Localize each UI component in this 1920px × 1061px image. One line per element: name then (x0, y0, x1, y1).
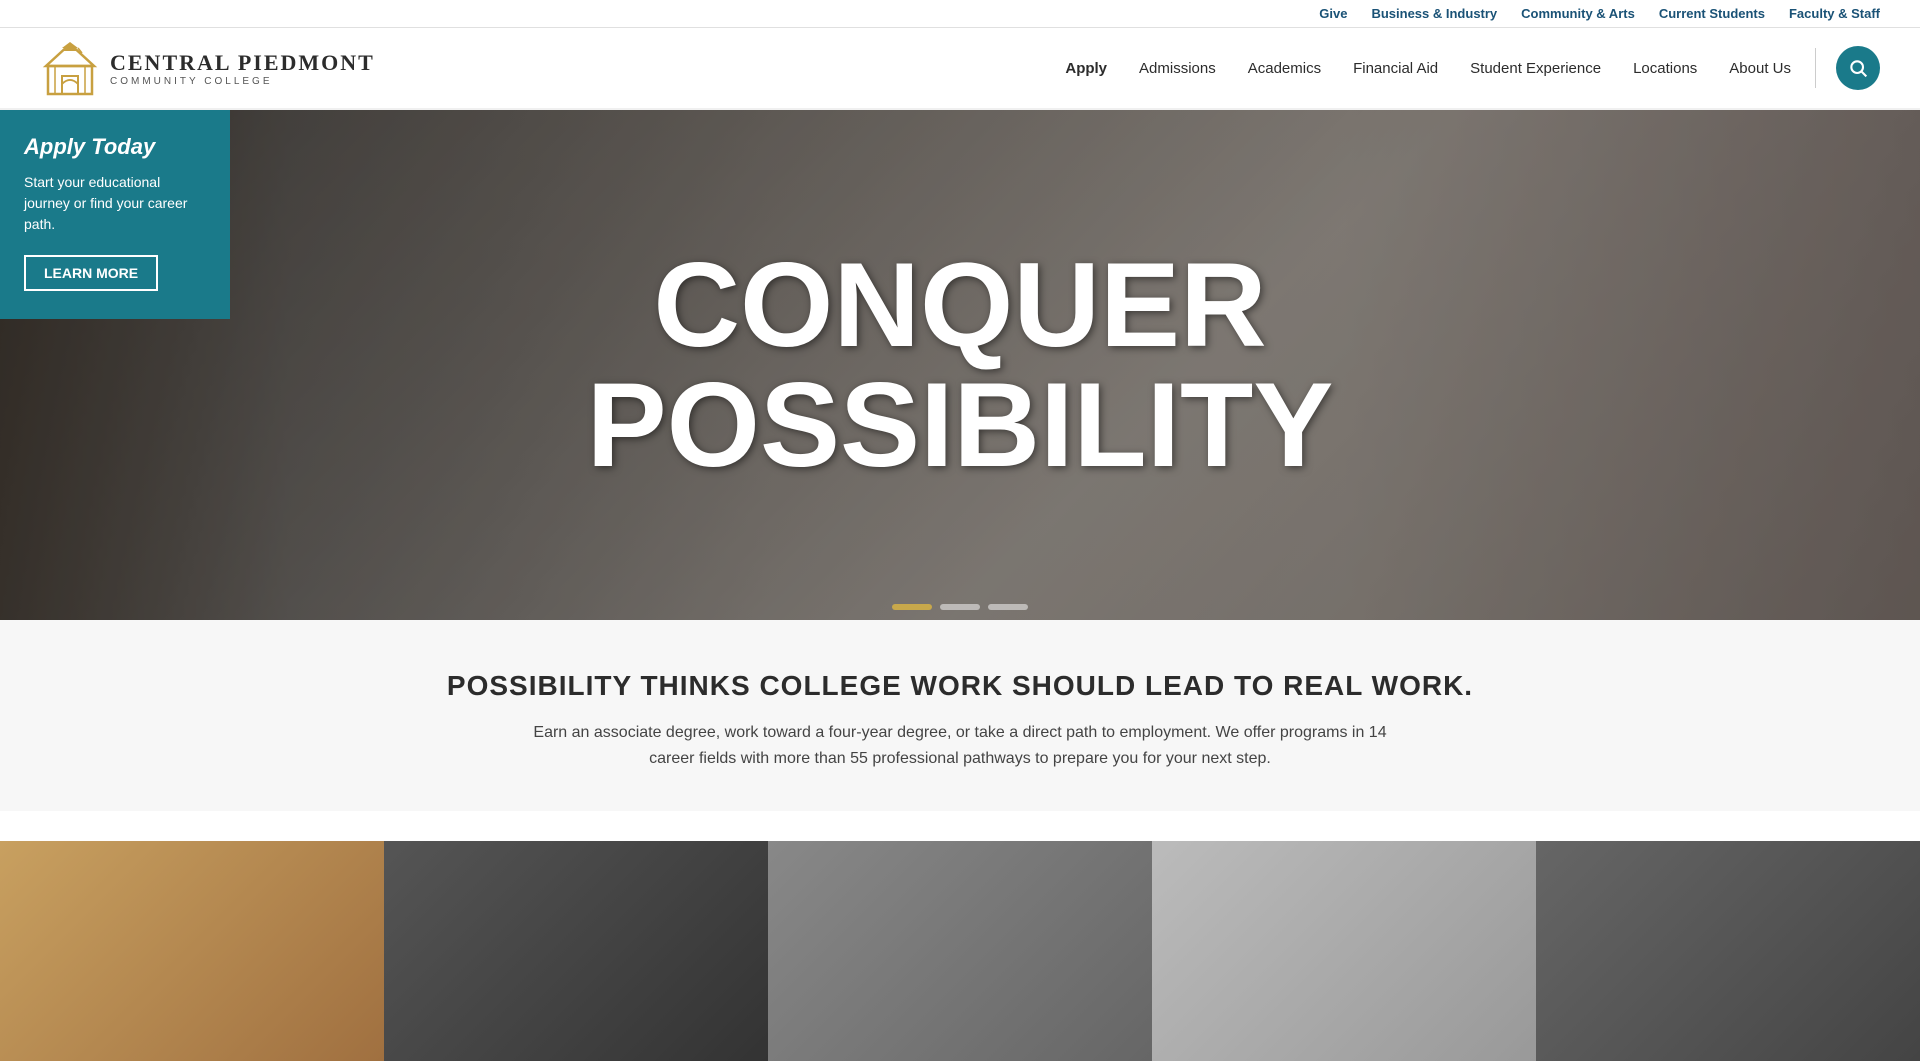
card-5[interactable] (1536, 841, 1920, 1061)
topbar-faculty-staff-link[interactable]: Faculty & Staff (1789, 6, 1880, 27)
nav-student-experience-link[interactable]: Student Experience (1456, 54, 1615, 83)
card-4[interactable] (1152, 841, 1536, 1061)
possibility-heading: POSSIBILITY THINKS COLLEGE WORK SHOULD L… (40, 670, 1880, 702)
top-bar: Give Business & Industry Community & Art… (0, 0, 1920, 28)
logo-text: Central Piedmont Community College (110, 50, 375, 87)
hero-headline: CONQUER POSSIBILITY (587, 245, 1334, 485)
main-nav: Central Piedmont Community College Apply… (0, 28, 1920, 110)
nav-admissions-link[interactable]: Admissions (1125, 54, 1230, 83)
search-icon (1848, 58, 1868, 78)
learn-more-button[interactable]: Learn More (24, 255, 158, 291)
college-subtitle: Community College (110, 76, 375, 87)
card-1[interactable] (0, 841, 384, 1061)
possibility-body: Earn an associate degree, work toward a … (510, 720, 1410, 771)
nav-financial-aid-link[interactable]: Financial Aid (1339, 54, 1452, 83)
nav-about-us-link[interactable]: About Us (1715, 54, 1805, 83)
carousel-dot-2[interactable] (940, 604, 980, 610)
card-2[interactable] (384, 841, 768, 1061)
nav-academics-link[interactable]: Academics (1234, 54, 1335, 83)
nav-locations-link[interactable]: Locations (1619, 54, 1711, 83)
college-name: Central Piedmont (110, 50, 375, 76)
main-nav-links: Apply Admissions Academics Financial Aid… (1051, 54, 1805, 83)
cards-row (0, 841, 1920, 1061)
hero-headline-line1: CONQUER (587, 245, 1334, 365)
topbar-business-industry-link[interactable]: Business & Industry (1371, 6, 1497, 27)
apply-today-body: Start your educational journey or find y… (24, 172, 206, 235)
topbar-community-arts-link[interactable]: Community & Arts (1521, 6, 1635, 27)
college-logo-icon (40, 38, 100, 98)
card-3[interactable] (768, 841, 1152, 1061)
hero-headline-line2: POSSIBILITY (587, 365, 1334, 485)
nav-divider (1815, 48, 1816, 88)
carousel-dots (892, 604, 1028, 610)
hero-content: CONQUER POSSIBILITY (587, 245, 1334, 485)
nav-apply-link[interactable]: Apply (1051, 54, 1121, 83)
topbar-give-link[interactable]: Give (1319, 6, 1347, 27)
possibility-section: POSSIBILITY THINKS COLLEGE WORK SHOULD L… (0, 620, 1920, 811)
carousel-dot-1[interactable] (892, 604, 932, 610)
hero-section: Apply Today Start your educational journ… (0, 110, 1920, 620)
apply-today-box: Apply Today Start your educational journ… (0, 110, 230, 319)
carousel-dot-3[interactable] (988, 604, 1028, 610)
logo-link[interactable]: Central Piedmont Community College (40, 38, 375, 98)
apply-today-heading: Apply Today (24, 134, 206, 160)
search-button[interactable] (1836, 46, 1880, 90)
topbar-current-students-link[interactable]: Current Students (1659, 6, 1765, 27)
